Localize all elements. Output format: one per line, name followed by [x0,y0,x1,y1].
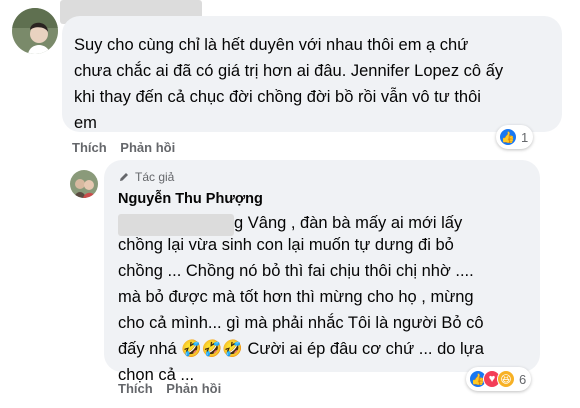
like-button[interactable]: Thích [118,381,153,396]
like-icon: 👍 [499,128,517,146]
like-button[interactable]: Thích [72,140,107,155]
reply-button[interactable]: Phản hồi [120,140,175,155]
haha-icon: 😆 [497,370,515,388]
comment-text: Suy cho cùng chỉ là hết duyên với nhau t… [74,36,504,132]
author-badge: Tác giả [118,170,174,184]
author-badge-label: Tác giả [135,170,175,184]
commenter-avatar[interactable] [12,8,58,54]
author-name[interactable]: Nguyễn Thu Phượng [118,191,263,207]
author-avatar[interactable] [70,170,98,198]
comment-actions: Thích Phản hồi [72,140,185,155]
reaction-count: 6 [519,371,527,387]
commenter-avatar-image [12,8,58,54]
reply-actions: Thích Phản hồi [118,381,231,396]
reply-text: chồng lại vừa sinh con lại muốn tự dưng … [118,236,484,384]
reply-button[interactable]: Phản hồi [166,381,221,396]
reply-reactions[interactable]: 👍 ♥ 😆 6 [466,367,532,391]
author-avatar-image [70,170,98,198]
comment-reactions[interactable]: 👍 1 [496,125,534,149]
pencil-icon [120,173,128,181]
reaction-count: 1 [521,129,529,145]
